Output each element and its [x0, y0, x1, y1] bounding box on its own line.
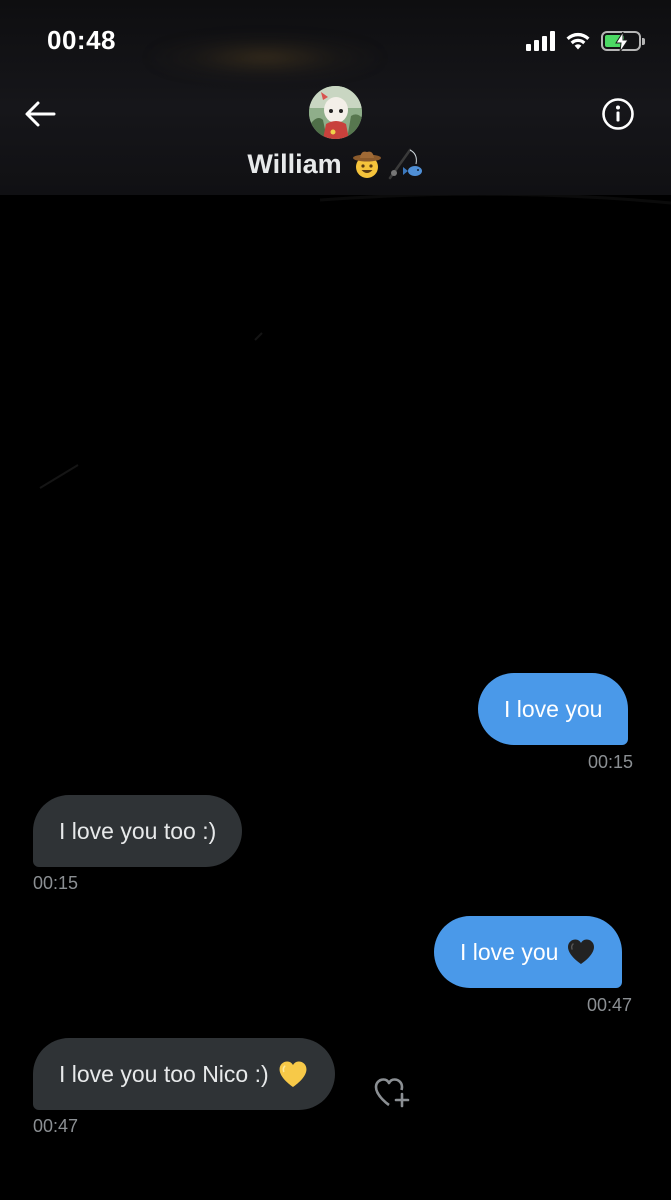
- message-bubble-outgoing[interactable]: I love you: [434, 916, 623, 988]
- message-timestamp: 00:15: [588, 752, 634, 772]
- wifi-icon: [566, 32, 590, 50]
- contact-name-row: William: [0, 148, 671, 180]
- header-blur-glow: [150, 35, 380, 80]
- info-icon: [602, 98, 634, 130]
- background-texture: [39, 195, 671, 489]
- message-bubble-incoming[interactable]: I love you too Nico :): [33, 1038, 335, 1110]
- message-bubble-incoming[interactable]: I love you too :): [33, 795, 243, 867]
- add-reaction-button[interactable]: [372, 1074, 412, 1110]
- status-time: 00:48: [47, 25, 116, 55]
- avatar-image: [309, 86, 362, 139]
- heart-plus-icon: [374, 1078, 410, 1108]
- status-icons: [526, 28, 645, 54]
- cowboy-face-emoji-icon: [352, 151, 381, 178]
- message-text: I love you: [504, 695, 603, 722]
- conversation-info-button[interactable]: [600, 96, 636, 132]
- fishing-pole-emoji-icon: [388, 148, 422, 180]
- message-bubble-outgoing[interactable]: I love you: [478, 673, 629, 745]
- battery-charging-icon: [601, 31, 645, 52]
- black-heart-emoji-icon: [568, 939, 595, 964]
- message-text: I love you: [460, 938, 559, 965]
- yellow-heart-emoji-icon: [279, 1061, 307, 1087]
- cellular-signal-icon: [526, 31, 555, 51]
- contact-avatar[interactable]: [309, 86, 362, 139]
- message-timestamp: 00:47: [33, 1116, 79, 1136]
- dm-conversation-screen: 00:48 William I love you 00:15 I love yo…: [0, 0, 671, 1200]
- message-text: I love you too Nico :): [59, 1060, 269, 1087]
- back-button[interactable]: [22, 96, 58, 132]
- arrow-left-icon: [25, 101, 56, 127]
- message-timestamp: 00:47: [587, 995, 633, 1015]
- contact-name: William: [247, 148, 342, 179]
- message-timestamp: 00:15: [33, 873, 79, 893]
- message-text: I love you too :): [59, 817, 217, 844]
